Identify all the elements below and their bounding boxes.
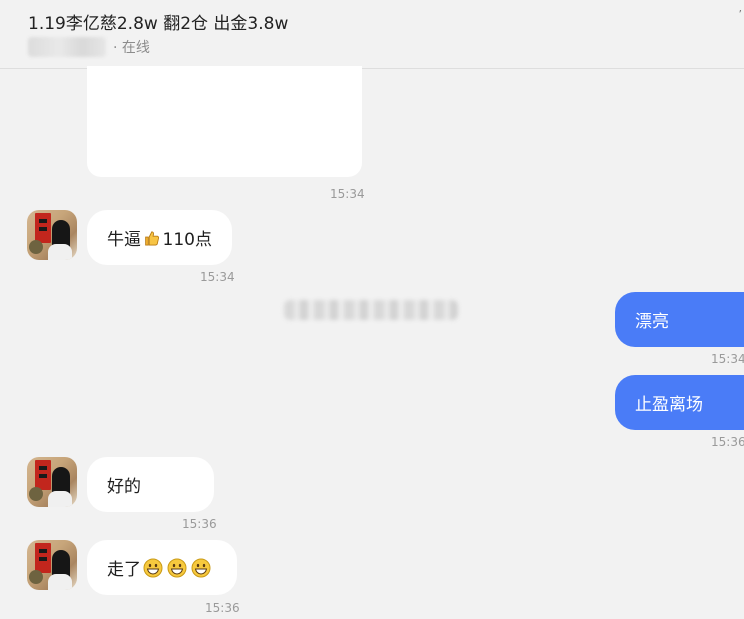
message-timestamp: 15:36 <box>205 601 240 615</box>
corner-mark: ’ <box>738 8 743 21</box>
blurred-contact-name <box>28 37 106 57</box>
media-message-card[interactable] <box>87 66 362 177</box>
message-text: 好的 <box>107 477 141 497</box>
incoming-message-bubble[interactable]: 牛逼 110点 <box>87 210 232 265</box>
chat-title: 1.19李亿慈2.8w 翻2仓 出金3.8w <box>28 14 289 34</box>
contact-avatar[interactable] <box>27 540 77 590</box>
incoming-message-bubble[interactable]: 好的 <box>87 457 214 512</box>
outgoing-message-bubble[interactable]: 漂亮 <box>615 292 744 347</box>
grinning-face-icon <box>191 558 211 577</box>
online-status: · 在线 <box>113 40 150 56</box>
contact-avatar[interactable] <box>27 457 77 507</box>
message-text: 止盈离场 <box>635 395 703 415</box>
message-timestamp: 15:36 <box>182 517 217 531</box>
message-text: 牛逼 <box>107 230 141 250</box>
incoming-message-bubble[interactable]: 走了 <box>87 540 237 595</box>
contact-avatar[interactable] <box>27 210 77 260</box>
message-timestamp: 15:34 <box>330 187 365 201</box>
message-timestamp: 15:34 <box>711 352 744 366</box>
chat-header: 1.19李亿慈2.8w 翻2仓 出金3.8w · 在线 ’ <box>0 0 744 69</box>
message-timestamp: 15:34 <box>200 270 235 284</box>
thumbs-up-icon <box>145 230 160 245</box>
message-text: 漂亮 <box>635 312 669 332</box>
grinning-face-icon <box>143 558 163 577</box>
message-text: 110点 <box>162 230 212 250</box>
redacted-system-notice <box>284 300 458 320</box>
message-timestamp: 15:36 <box>711 435 744 449</box>
grinning-face-icon <box>167 558 187 577</box>
message-text: 走了 <box>107 560 141 580</box>
outgoing-message-bubble[interactable]: 止盈离场 <box>615 375 744 430</box>
contact-subtitle: · 在线 <box>28 36 150 58</box>
